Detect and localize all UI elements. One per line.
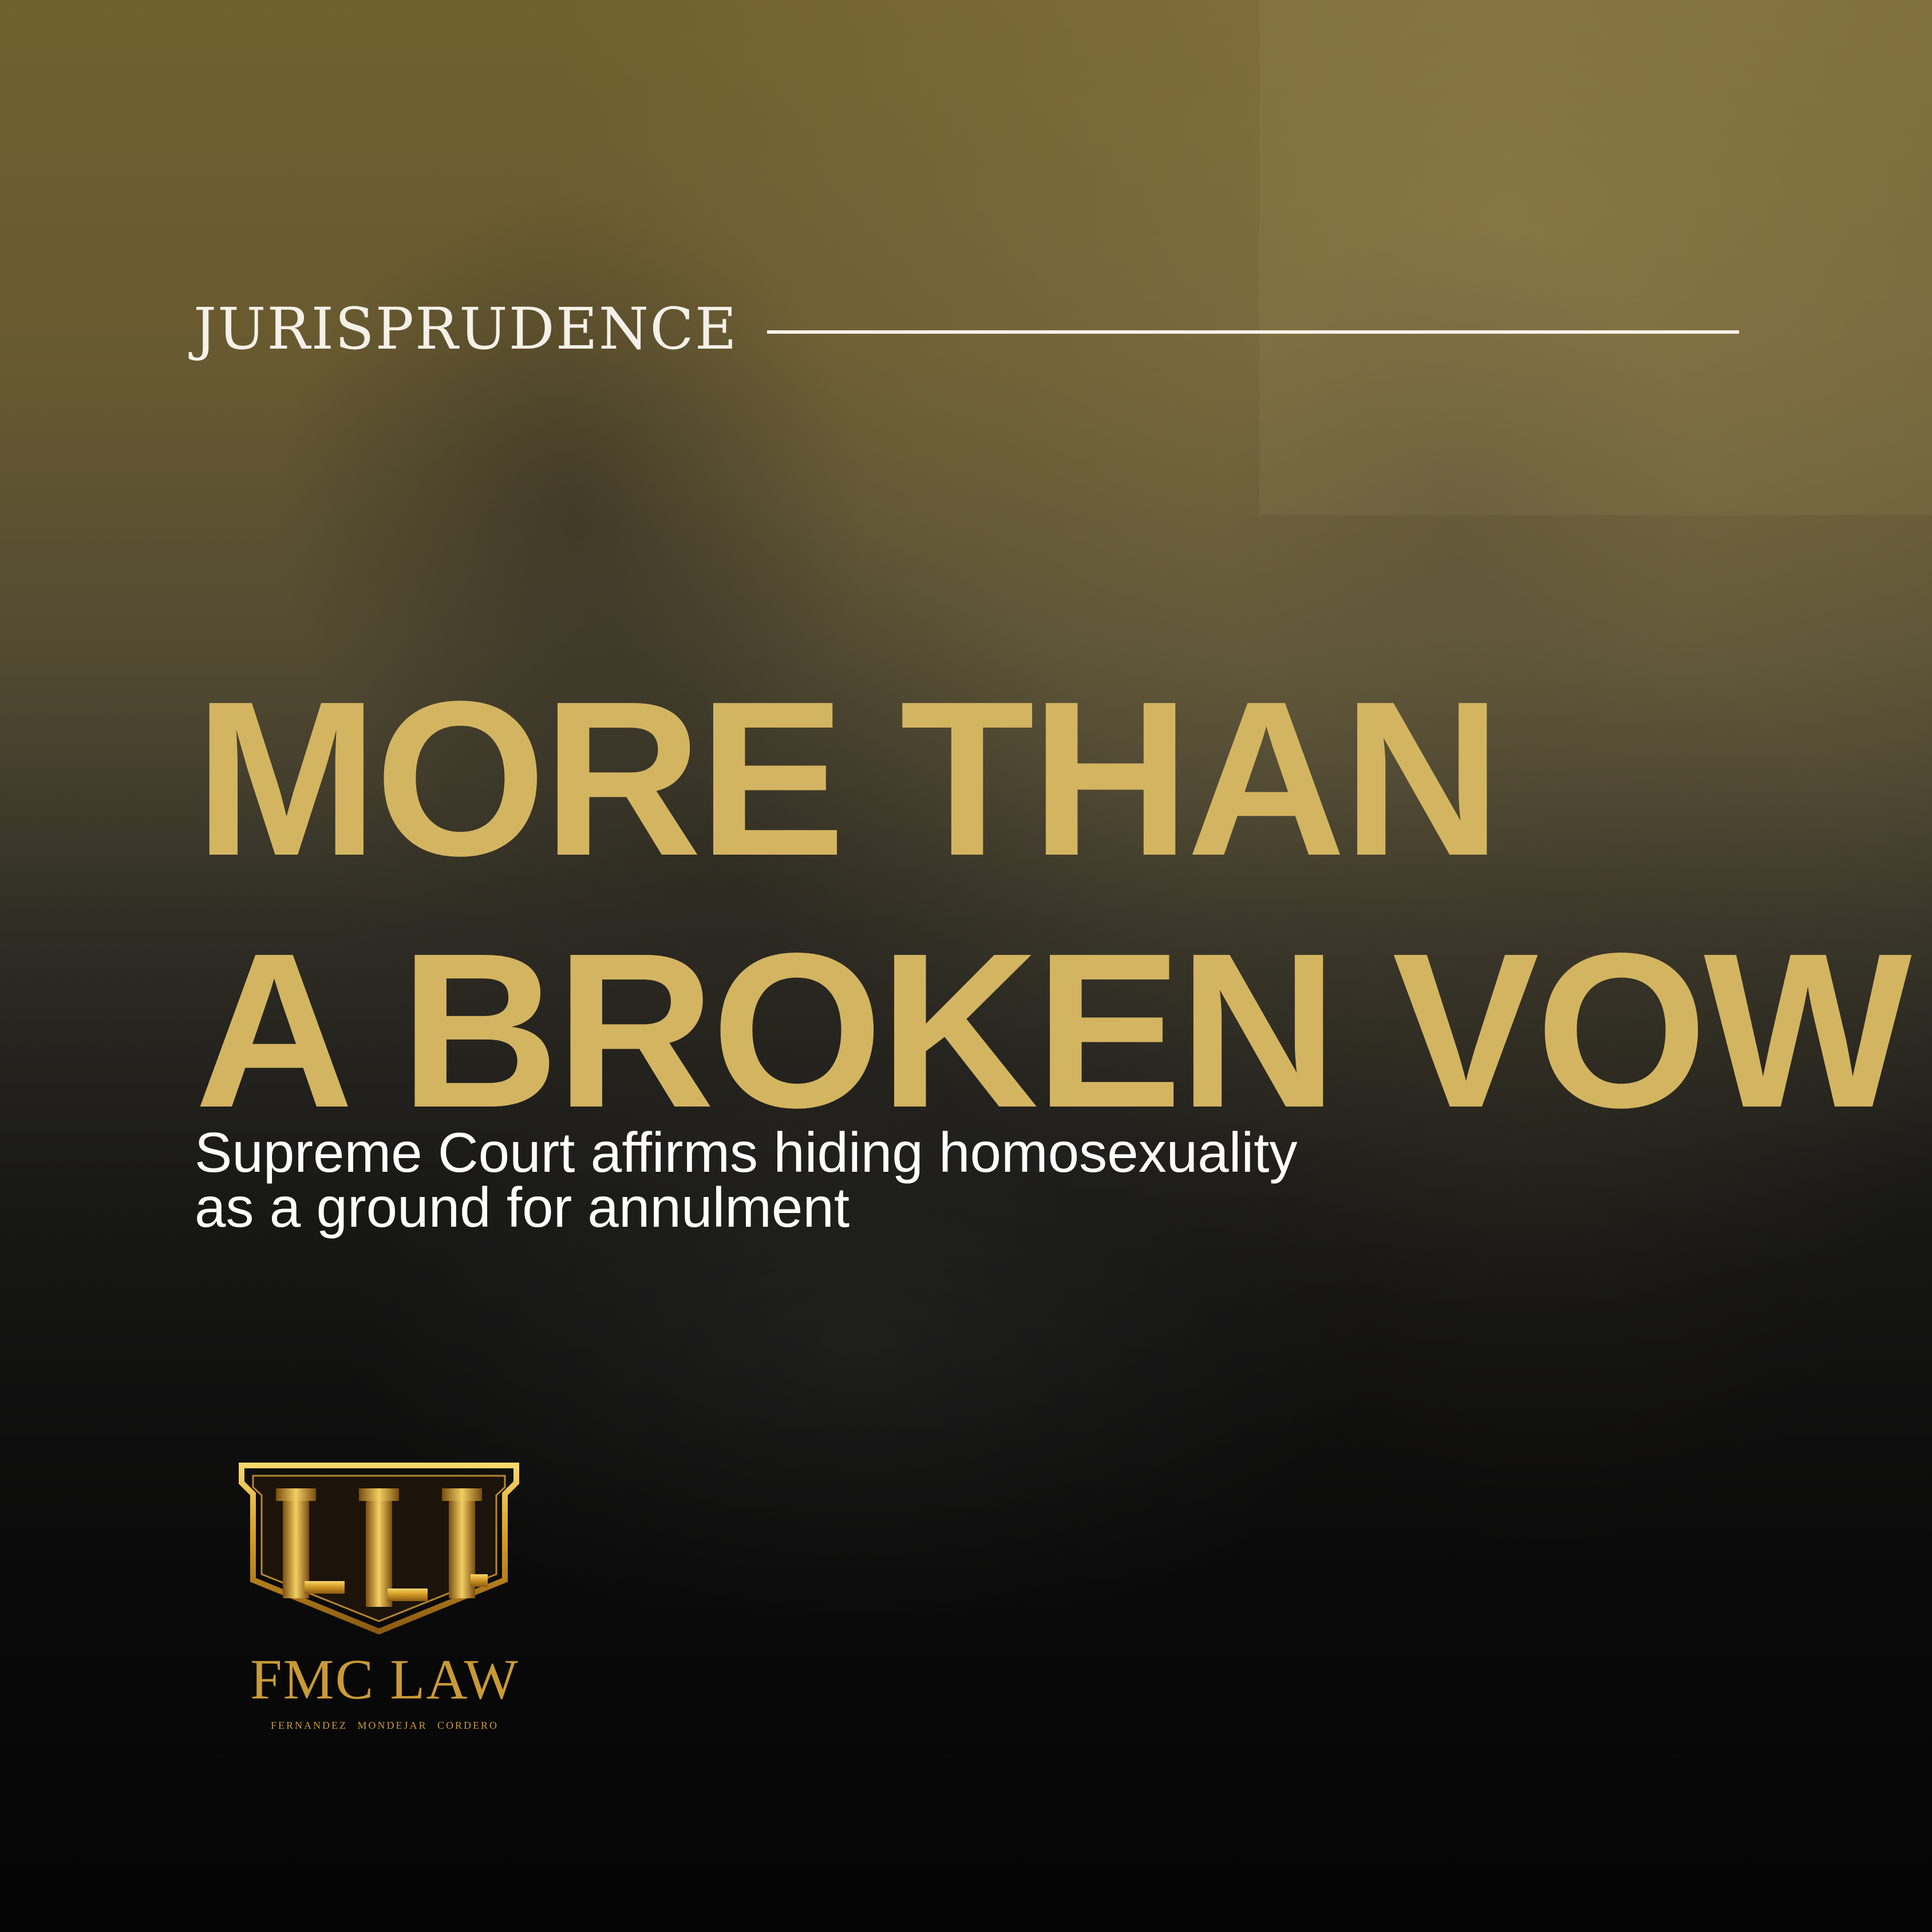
- subheadline-line-1: Supreme Court affirms hiding homosexuali…: [195, 1121, 1298, 1184]
- subheadline: Supreme Court affirms hiding homosexuali…: [195, 1121, 1683, 1239]
- brand-logo: FMC LAW FERNANDEZ MONDEJAR CORDERO: [224, 1460, 545, 1732]
- subheadline-line-2: as a ground for annulment: [195, 1176, 850, 1239]
- brand-tagline: FERNANDEZ MONDEJAR CORDERO: [270, 1720, 499, 1731]
- headline-line-1: MORE THAN: [195, 655, 1502, 902]
- pillars-shield-icon: [239, 1463, 519, 1635]
- post-canvas: JURISPRUDENCE MORE THAN A BROKEN VOW Sup…: [0, 0, 1932, 1932]
- headline-line-2: A BROKEN VOW: [195, 907, 1912, 1153]
- headline: MORE THAN A BROKEN VOW: [195, 653, 1912, 1156]
- brand-name: FMC LAW: [250, 1647, 519, 1711]
- kicker-divider-line: [767, 330, 1739, 334]
- section-kicker: JURISPRUDENCE: [193, 295, 738, 362]
